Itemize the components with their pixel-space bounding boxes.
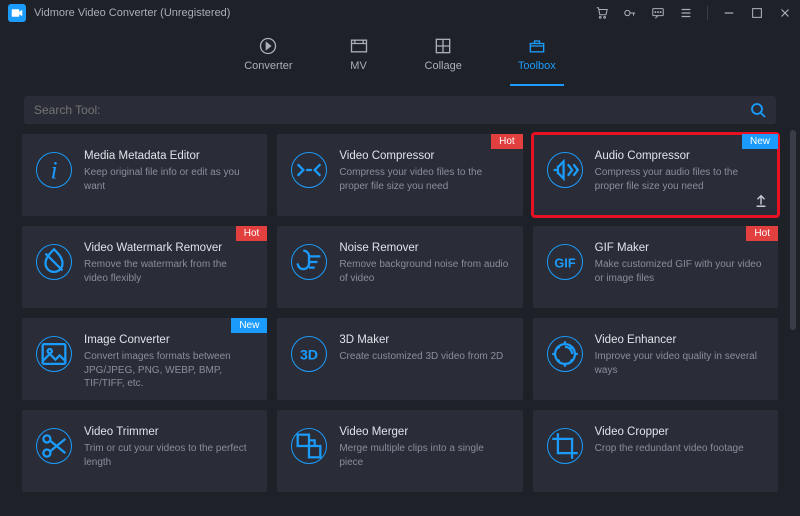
crop-icon xyxy=(547,428,583,464)
tool-desc: Make customized GIF with your video or i… xyxy=(595,258,764,285)
main-tabs: Converter MV Collage Toolbox xyxy=(0,32,800,86)
converter-icon xyxy=(258,36,278,56)
minimize-icon[interactable] xyxy=(722,6,736,20)
tool-noise-remover[interactable]: Noise Remover Remove background noise fr… xyxy=(277,226,522,308)
tool-desc: Improve your video quality in several wa… xyxy=(595,350,764,377)
mv-icon xyxy=(349,36,369,56)
tab-toolbox[interactable]: Toolbox xyxy=(518,32,556,76)
watermark-icon xyxy=(36,244,72,280)
merge-icon xyxy=(291,428,327,464)
menu-icon[interactable] xyxy=(679,6,693,20)
tool-image-converter[interactable]: New Image Converter Convert images forma… xyxy=(22,318,267,400)
tool-3d-maker[interactable]: 3D 3D Maker Create customized 3D video f… xyxy=(277,318,522,400)
tool-desc: Compress your video files to the proper … xyxy=(339,166,508,193)
tab-label: Converter xyxy=(244,60,292,72)
search-icon[interactable] xyxy=(750,102,766,118)
tool-desc: Remove the watermark from the video flex… xyxy=(84,258,253,285)
svg-text:i: i xyxy=(50,156,57,185)
tool-video-watermark-remover[interactable]: Hot Video Watermark Remover Remove the w… xyxy=(22,226,267,308)
tool-desc: Create customized 3D video from 2D xyxy=(339,350,508,364)
tab-label: Collage xyxy=(425,60,462,72)
tool-title: Video Merger xyxy=(339,426,508,438)
maximize-icon[interactable] xyxy=(750,6,764,20)
tool-title: Video Watermark Remover xyxy=(84,242,253,254)
search-bar[interactable] xyxy=(24,96,776,124)
tool-desc: Convert images formats between JPG/JPEG,… xyxy=(84,350,253,391)
compress-icon xyxy=(291,152,327,188)
audio-compress-icon xyxy=(547,152,583,188)
tools-scroll-area: i Media Metadata Editor Keep original fi… xyxy=(0,128,800,516)
close-icon[interactable] xyxy=(778,6,792,20)
app-title: Vidmore Video Converter (Unregistered) xyxy=(34,7,230,19)
tool-title: Video Enhancer xyxy=(595,334,764,346)
info-icon: i xyxy=(36,152,72,188)
collage-icon xyxy=(433,36,453,56)
tool-desc: Compress your audio files to the proper … xyxy=(595,166,764,193)
titlebar: Vidmore Video Converter (Unregistered) xyxy=(0,0,800,26)
tool-video-enhancer[interactable]: Video Enhancer Improve your video qualit… xyxy=(533,318,778,400)
tool-desc: Crop the redundant video footage xyxy=(595,442,764,456)
tool-title: Noise Remover xyxy=(339,242,508,254)
hot-badge: Hot xyxy=(491,134,523,149)
hot-badge: Hot xyxy=(746,226,778,241)
tool-desc: Keep original file info or edit as you w… xyxy=(84,166,253,193)
tool-title: 3D Maker xyxy=(339,334,508,346)
tools-grid: i Media Metadata Editor Keep original fi… xyxy=(0,128,800,502)
tab-mv[interactable]: MV xyxy=(349,32,369,76)
tool-title: GIF Maker xyxy=(595,242,764,254)
search-input[interactable] xyxy=(34,103,742,117)
tab-label: MV xyxy=(350,60,367,72)
feedback-icon[interactable] xyxy=(651,6,665,20)
tool-title: Video Trimmer xyxy=(84,426,253,438)
tab-converter[interactable]: Converter xyxy=(244,32,292,76)
tool-title: Image Converter xyxy=(84,334,253,346)
tool-video-cropper[interactable]: Video Cropper Crop the redundant video f… xyxy=(533,410,778,492)
tool-title: Audio Compressor xyxy=(595,150,764,162)
tool-desc: Merge multiple clips into a single piece xyxy=(339,442,508,469)
enhance-icon xyxy=(547,336,583,372)
tool-video-trimmer[interactable]: Video Trimmer Trim or cut your videos to… xyxy=(22,410,267,492)
cart-icon[interactable] xyxy=(595,6,609,20)
tool-title: Video Compressor xyxy=(339,150,508,162)
tool-gif-maker[interactable]: Hot GIF GIF Maker Make customized GIF wi… xyxy=(533,226,778,308)
pin-icon[interactable] xyxy=(754,194,768,208)
toolbox-icon xyxy=(527,36,547,56)
key-icon[interactable] xyxy=(623,6,637,20)
svg-text:GIF: GIF xyxy=(554,256,575,271)
tool-title: Media Metadata Editor xyxy=(84,150,253,162)
tool-desc: Remove background noise from audio of vi… xyxy=(339,258,508,285)
gif-icon: GIF xyxy=(547,244,583,280)
svg-text:3D: 3D xyxy=(300,348,318,364)
tool-video-merger[interactable]: Video Merger Merge multiple clips into a… xyxy=(277,410,522,492)
hot-badge: Hot xyxy=(236,226,268,241)
tab-collage[interactable]: Collage xyxy=(425,32,462,76)
new-badge: New xyxy=(231,318,267,333)
scrollbar[interactable] xyxy=(790,130,796,506)
tool-desc: Trim or cut your videos to the perfect l… xyxy=(84,442,253,469)
scrollbar-thumb[interactable] xyxy=(790,130,796,330)
tool-media-metadata-editor[interactable]: i Media Metadata Editor Keep original fi… xyxy=(22,134,267,216)
tool-title: Video Cropper xyxy=(595,426,764,438)
three-d-icon: 3D xyxy=(291,336,327,372)
tab-label: Toolbox xyxy=(518,60,556,72)
tool-audio-compressor[interactable]: New Audio Compressor Compress your audio… xyxy=(533,134,778,216)
tool-video-compressor[interactable]: Hot Video Compressor Compress your video… xyxy=(277,134,522,216)
image-icon xyxy=(36,336,72,372)
separator xyxy=(707,6,708,20)
noise-icon xyxy=(291,244,327,280)
scissors-icon xyxy=(36,428,72,464)
new-badge: New xyxy=(742,134,778,149)
app-logo-icon xyxy=(8,4,26,22)
